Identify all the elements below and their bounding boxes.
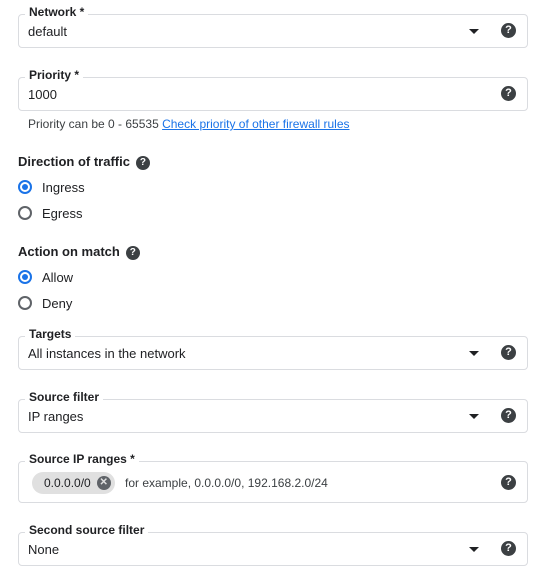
priority-label: Priority * bbox=[25, 68, 84, 82]
arrow-drop-down-icon[interactable] bbox=[469, 414, 479, 419]
radio-label-ingress: Ingress bbox=[42, 180, 85, 195]
ip-range-chip[interactable]: 0.0.0.0/0 ✕ bbox=[32, 472, 115, 494]
help-icon[interactable]: ? bbox=[135, 156, 150, 170]
targets-select[interactable]: Targets All instances in the network ? bbox=[18, 327, 528, 370]
targets-label: Targets bbox=[25, 327, 76, 341]
source-filter-value: IP ranges bbox=[28, 409, 84, 424]
priority-value[interactable]: 1000 bbox=[28, 87, 57, 103]
second-source-filter-select[interactable]: Second source filter None ? bbox=[18, 523, 528, 566]
network-value: default bbox=[28, 24, 68, 39]
network-select[interactable]: Network * default ? bbox=[18, 5, 528, 48]
cancel-icon[interactable]: ✕ bbox=[96, 476, 111, 490]
help-icon[interactable]: ? bbox=[125, 246, 140, 260]
radio-button-unchecked[interactable] bbox=[18, 296, 32, 310]
arrow-drop-down-icon[interactable] bbox=[469, 29, 479, 34]
arrow-drop-down-icon[interactable] bbox=[469, 351, 479, 356]
action-title: Action on match? bbox=[18, 244, 140, 260]
network-label: Network * bbox=[25, 5, 89, 19]
direction-title-text: Direction of traffic bbox=[18, 154, 130, 169]
radio-label-allow: Allow bbox=[42, 270, 74, 285]
priority-hint: Priority can be 0 - 65535 Check priority… bbox=[28, 117, 350, 131]
source-ip-ranges-label: Source IP ranges * bbox=[25, 452, 139, 466]
source-ip-ranges-field[interactable]: Source IP ranges * 0.0.0.0/0 ✕ for examp… bbox=[18, 452, 528, 503]
priority-field[interactable]: Priority * 1000 ? bbox=[18, 68, 528, 111]
second-source-filter-value: None bbox=[28, 542, 60, 557]
radio-label-egress: Egress bbox=[42, 206, 83, 221]
ip-range-chip-text: 0.0.0.0/0 bbox=[44, 476, 91, 490]
direction-title: Direction of traffic? bbox=[18, 154, 150, 170]
help-icon[interactable]: ? bbox=[501, 475, 516, 490]
radio-button-checked[interactable] bbox=[18, 270, 32, 284]
arrow-drop-down-icon[interactable] bbox=[469, 547, 479, 552]
help-icon[interactable]: ? bbox=[501, 541, 516, 556]
help-icon[interactable]: ? bbox=[501, 86, 516, 101]
source-filter-label: Source filter bbox=[25, 390, 104, 404]
targets-value: All instances in the network bbox=[28, 346, 186, 361]
action-title-text: Action on match bbox=[18, 244, 120, 259]
help-icon[interactable]: ? bbox=[501, 23, 516, 38]
priority-hint-text: Priority can be 0 - 65535 bbox=[28, 117, 159, 131]
radio-button-unchecked[interactable] bbox=[18, 206, 32, 220]
radio-button-checked[interactable] bbox=[18, 180, 32, 194]
priority-link[interactable]: Check priority of other firewall rules bbox=[162, 117, 349, 131]
radio-label-deny: Deny bbox=[42, 296, 73, 311]
source-ip-ranges-placeholder[interactable]: for example, 0.0.0.0/0, 192.168.2.0/24 bbox=[125, 476, 328, 490]
second-source-filter-label: Second source filter bbox=[25, 523, 149, 537]
help-icon[interactable]: ? bbox=[501, 345, 516, 360]
help-icon[interactable]: ? bbox=[501, 408, 516, 423]
source-filter-select[interactable]: Source filter IP ranges ? bbox=[18, 390, 528, 433]
